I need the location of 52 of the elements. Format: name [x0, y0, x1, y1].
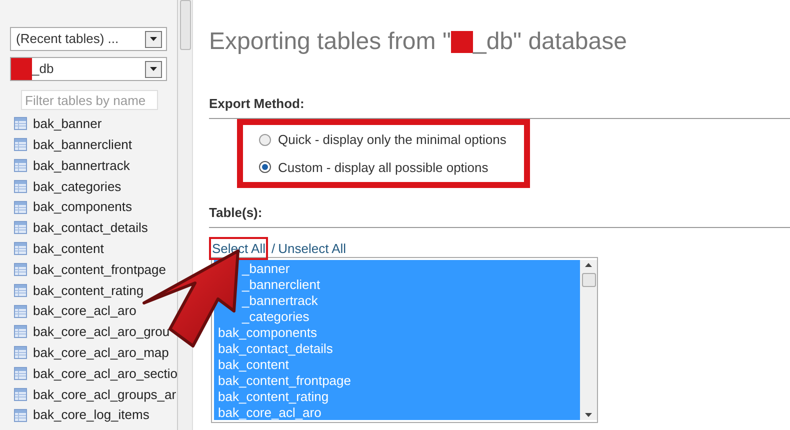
table-link[interactable]: bak_bannerclient — [33, 134, 132, 154]
table-link[interactable]: bak_core_acl_groups_ar — [33, 384, 176, 404]
table-icon — [14, 304, 27, 318]
table-link[interactable]: bak_content — [33, 238, 104, 258]
table-link[interactable]: bak_banner — [33, 114, 102, 134]
radio-button[interactable] — [259, 161, 271, 174]
table-icon — [14, 242, 27, 256]
unselect-all-link[interactable]: Unselect All — [278, 238, 346, 258]
table-link[interactable]: bak_bannertrack — [33, 156, 130, 176]
table-link[interactable]: bak_content_frontpage — [33, 260, 166, 280]
caret-icon — [150, 37, 157, 41]
table-link[interactable]: bak_core_acl_aro — [33, 301, 136, 321]
table-icon — [14, 221, 27, 234]
separator-text: / — [271, 240, 276, 258]
select-value: _db — [32, 60, 54, 78]
table-icon — [14, 346, 27, 360]
section-heading: Table(s): — [209, 205, 262, 220]
table-icon — [14, 138, 27, 152]
table-link[interactable]: bak_core_acl_aro_grou — [33, 322, 170, 342]
recent-tables-select[interactable]: (Recent tables) ... — [10, 27, 167, 51]
radio-label: Custom - display all possible options — [278, 158, 488, 177]
table-icon — [14, 366, 27, 380]
table-icon — [14, 284, 27, 297]
table-link[interactable]: bak_core_acl_aro_map — [33, 342, 169, 362]
table-link[interactable]: bak_core_log_items — [33, 405, 150, 425]
scrollbar-thumb[interactable] — [180, 0, 190, 50]
select-value: (Recent tables) ... — [16, 30, 119, 48]
table-icon — [14, 180, 27, 193]
table-icon — [14, 262, 27, 276]
scroll-up-icon[interactable] — [585, 263, 592, 267]
table-link[interactable]: bak_core_acl_aro_sectio — [33, 364, 177, 384]
table-icon — [14, 325, 27, 338]
table-link[interactable]: bak_contact_details — [33, 218, 148, 238]
table-link[interactable]: bak_components — [33, 197, 132, 217]
caret-icon — [150, 67, 157, 71]
table-icon — [14, 200, 27, 214]
table-link[interactable]: bak_content_rating — [33, 280, 144, 300]
page-title: Exporting tables from " — [209, 27, 451, 57]
radio-button[interactable] — [259, 134, 271, 146]
table-link[interactable]: bak_categories — [33, 176, 122, 196]
dropdown-button[interactable] — [145, 30, 162, 48]
scrollbar-thumb[interactable] — [582, 273, 596, 287]
table-icon — [14, 158, 27, 172]
section-heading: Export Method: — [209, 96, 304, 111]
table-icon — [14, 117, 27, 130]
scroll-down-icon[interactable] — [585, 413, 592, 417]
table-icon — [14, 388, 27, 401]
dropdown-button[interactable] — [145, 60, 162, 78]
radio-label: Quick - display only the minimal options — [278, 131, 506, 149]
database-select[interactable]: _db — [10, 57, 167, 81]
table-icon — [14, 408, 27, 422]
filter-field[interactable]: Filter tables by name — [21, 90, 158, 110]
